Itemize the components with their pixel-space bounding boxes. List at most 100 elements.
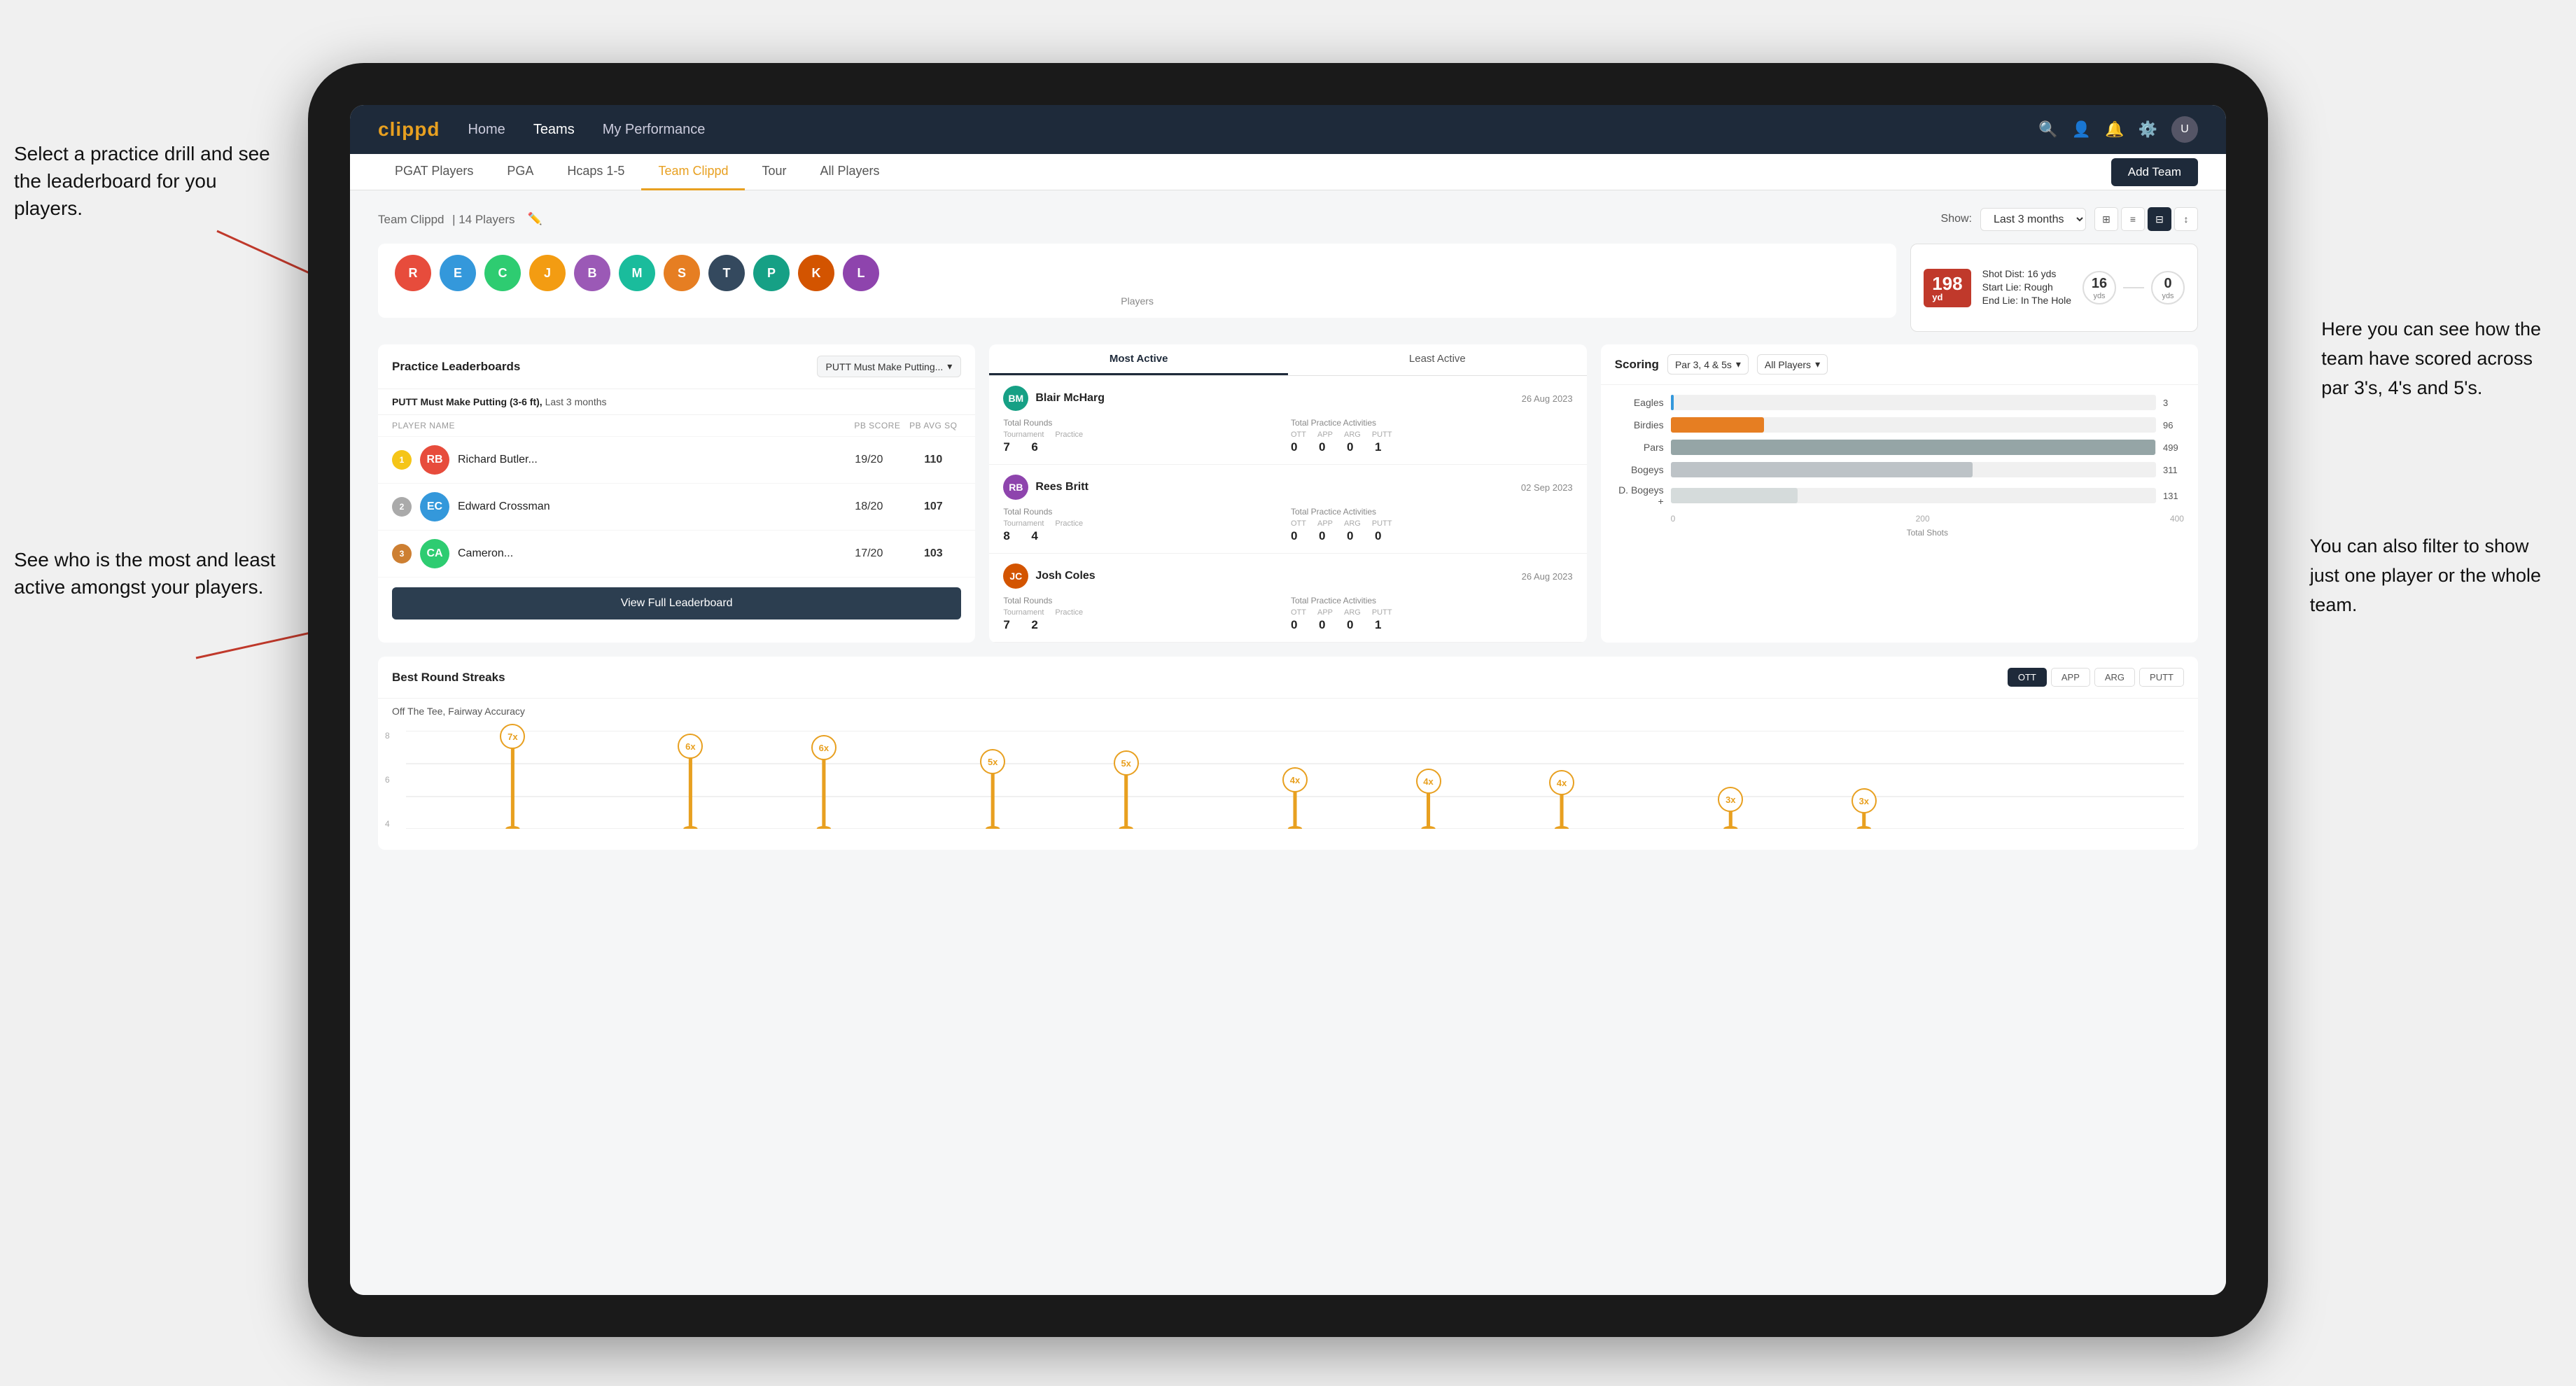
pa-stat-rounds-0: Total Rounds TournamentPractice 7 6 bbox=[1003, 418, 1285, 454]
pin-2: 6x bbox=[811, 735, 836, 760]
pa-stat-rounds-1: Total Rounds TournamentPractice 8 4 bbox=[1003, 507, 1285, 543]
show-filter: Show: Last 3 months ⊞ ≡ ⊟ ↕ bbox=[1941, 207, 2198, 231]
pin-0: 7x bbox=[500, 724, 525, 749]
bar-row-double: D. Bogeys + 131 bbox=[1615, 484, 2184, 507]
lb-avg-0: 110 bbox=[905, 454, 961, 466]
view-leaderboard-button[interactable]: View Full Leaderboard bbox=[392, 587, 961, 620]
pin-9: 3x bbox=[1851, 788, 1877, 813]
streaks-subtitle: Off The Tee, Fairway Accuracy bbox=[378, 699, 2198, 724]
tab-allplayers[interactable]: All Players bbox=[804, 154, 897, 190]
view-list-btn[interactable]: ≡ bbox=[2121, 207, 2145, 231]
nav-home[interactable]: Home bbox=[468, 122, 505, 138]
pa-date-0: 26 Aug 2023 bbox=[1522, 393, 1573, 404]
add-team-button[interactable]: Add Team bbox=[2111, 158, 2198, 186]
shot-distance-badge: 198 yd bbox=[1924, 269, 1970, 307]
streaks-btn-ott[interactable]: OTT bbox=[2008, 668, 2047, 687]
activity-tab-most[interactable]: Most Active bbox=[989, 344, 1288, 375]
leaderboard-row-2: 3 CA Cameron... 17/20 103 bbox=[378, 531, 975, 578]
view-sort-btn[interactable]: ↕ bbox=[2174, 207, 2198, 231]
activity-tab-least[interactable]: Least Active bbox=[1288, 344, 1587, 375]
pa-stat-practice-0: Total Practice Activities OTTAPPARGPUTT … bbox=[1291, 418, 1573, 454]
bar-row-bogeys: Bogeys 311 bbox=[1615, 462, 2184, 477]
streaks-btn-putt[interactable]: PUTT bbox=[2139, 668, 2184, 687]
bar-value-bogeys: 311 bbox=[2163, 465, 2184, 475]
tab-pga[interactable]: PGA bbox=[490, 154, 550, 190]
chevron-down-icon: ▾ bbox=[1736, 358, 1741, 370]
scoring-filter-2[interactable]: All Players ▾ bbox=[1757, 354, 1828, 374]
leaderboard-subheader: PUTT Must Make Putting (3-6 ft), Last 3 … bbox=[378, 389, 975, 415]
pa-date-1: 02 Sep 2023 bbox=[1521, 482, 1573, 493]
pa-name-0: Blair McHarg bbox=[1035, 392, 1105, 405]
bar-fill-pars bbox=[1671, 440, 2155, 455]
player-avatar-8[interactable]: P bbox=[753, 255, 790, 291]
pin-3: 5x bbox=[980, 749, 1005, 774]
bar-label-birdies: Birdies bbox=[1615, 419, 1664, 430]
bar-track-eagles bbox=[1671, 395, 2156, 410]
pa-stat-rounds-2: Total Rounds TournamentPractice 7 2 bbox=[1003, 596, 1285, 632]
pa-header-1: RB Rees Britt 02 Sep 2023 bbox=[1003, 475, 1572, 500]
three-cols: Practice Leaderboards PUTT Must Make Put… bbox=[378, 344, 2198, 643]
pin-labels: 7x 6x 6x 5x 5x 4x 4x 4x 3x 3x bbox=[406, 724, 2184, 822]
chevron-down-icon: ▾ bbox=[947, 360, 952, 372]
bar-value-birdies: 96 bbox=[2163, 420, 2184, 430]
bar-fill-bogeys bbox=[1671, 462, 1973, 477]
view-detail-btn[interactable]: ⊟ bbox=[2148, 207, 2171, 231]
player-avatar-3[interactable]: J bbox=[529, 255, 566, 291]
shot-info: Shot Dist: 16 yds Start Lie: Rough End L… bbox=[1982, 268, 2071, 308]
players-row: R E C J B M S T P K L Players bbox=[378, 244, 1896, 318]
tab-teamclippd[interactable]: Team Clippd bbox=[641, 154, 745, 190]
show-select[interactable]: Last 3 months bbox=[1980, 208, 2086, 231]
bar-track-bogeys bbox=[1671, 462, 2156, 477]
scoring-filter-1[interactable]: Par 3, 4 & 5s ▾ bbox=[1667, 354, 1749, 374]
pin-7: 4x bbox=[1549, 770, 1574, 795]
lb-score-1: 18/20 bbox=[841, 500, 897, 513]
scoring-card: Scoring Par 3, 4 & 5s ▾ All Players ▾ bbox=[1601, 344, 2198, 643]
pa-stat-practice-2: Total Practice Activities OTTAPPARGPUTT … bbox=[1291, 596, 1573, 632]
leaderboard-title: Practice Leaderboards bbox=[392, 360, 520, 374]
nav-teams[interactable]: Teams bbox=[533, 122, 575, 138]
pa-stats-2: Total Rounds TournamentPractice 7 2 bbox=[1003, 596, 1572, 632]
tab-tour[interactable]: Tour bbox=[745, 154, 803, 190]
player-avatar-4[interactable]: B bbox=[574, 255, 610, 291]
pa-avatar-0: BM bbox=[1003, 386, 1028, 411]
leaderboard-row-0: 1 RB Richard Butler... 19/20 110 bbox=[378, 437, 975, 484]
tab-hcaps[interactable]: Hcaps 1-5 bbox=[550, 154, 641, 190]
player-avatar-10[interactable]: L bbox=[843, 255, 879, 291]
leaderboard-cols: PLAYER NAME PB SCORE PB AVG SQ bbox=[378, 415, 975, 437]
player-avatar-9[interactable]: K bbox=[798, 255, 834, 291]
bell-icon[interactable]: 🔔 bbox=[2105, 120, 2124, 139]
leaderboard-row-1: 2 EC Edward Crossman 18/20 107 bbox=[378, 484, 975, 531]
shot-connector bbox=[2123, 287, 2144, 288]
main-content: Team Clippd | 14 Players ✏️ Show: Last 3… bbox=[350, 190, 2226, 1295]
team-title: Team Clippd | 14 Players bbox=[378, 211, 515, 227]
search-icon[interactable]: 🔍 bbox=[2038, 120, 2057, 139]
pa-header-0: BM Blair McHarg 26 Aug 2023 bbox=[1003, 386, 1572, 411]
streaks-btn-arg[interactable]: ARG bbox=[2094, 668, 2135, 687]
streaks-filter-btns: OTT APP ARG PUTT bbox=[2008, 668, 2184, 687]
activity-card: Most Active Least Active BM Blair McHarg… bbox=[989, 344, 1586, 643]
pin-1: 6x bbox=[678, 734, 703, 759]
player-avatar-6[interactable]: S bbox=[664, 255, 700, 291]
user-avatar[interactable]: U bbox=[2171, 116, 2198, 143]
edit-icon[interactable]: ✏️ bbox=[528, 212, 542, 226]
player-avatar-2[interactable]: C bbox=[484, 255, 521, 291]
streaks-btn-app[interactable]: APP bbox=[2051, 668, 2090, 687]
drill-selector[interactable]: PUTT Must Make Putting... ▾ bbox=[817, 356, 962, 377]
bar-chart: Eagles 3 Birdies 96 bbox=[1601, 385, 2198, 547]
player-avatar-1[interactable]: E bbox=[440, 255, 476, 291]
people-icon[interactable]: 👤 bbox=[2072, 120, 2091, 139]
view-grid-btn[interactable]: ⊞ bbox=[2094, 207, 2118, 231]
player-avatar-7[interactable]: T bbox=[708, 255, 745, 291]
bar-fill-birdies bbox=[1671, 417, 1764, 433]
player-avatar-5[interactable]: M bbox=[619, 255, 655, 291]
tablet-screen: clippd Home Teams My Performance 🔍 👤 🔔 ⚙… bbox=[350, 105, 2226, 1295]
activity-tabs: Most Active Least Active bbox=[989, 344, 1586, 376]
settings-icon[interactable]: ⚙️ bbox=[2138, 120, 2157, 139]
player-avatar-0[interactable]: R bbox=[395, 255, 431, 291]
bar-track-birdies bbox=[1671, 417, 2156, 433]
rank-badge-1: 1 bbox=[392, 450, 412, 470]
tab-pgat[interactable]: PGAT Players bbox=[378, 154, 490, 190]
pa-avatar-1: RB bbox=[1003, 475, 1028, 500]
pa-player-0: BM Blair McHarg bbox=[1003, 386, 1105, 411]
nav-performance[interactable]: My Performance bbox=[603, 122, 706, 138]
